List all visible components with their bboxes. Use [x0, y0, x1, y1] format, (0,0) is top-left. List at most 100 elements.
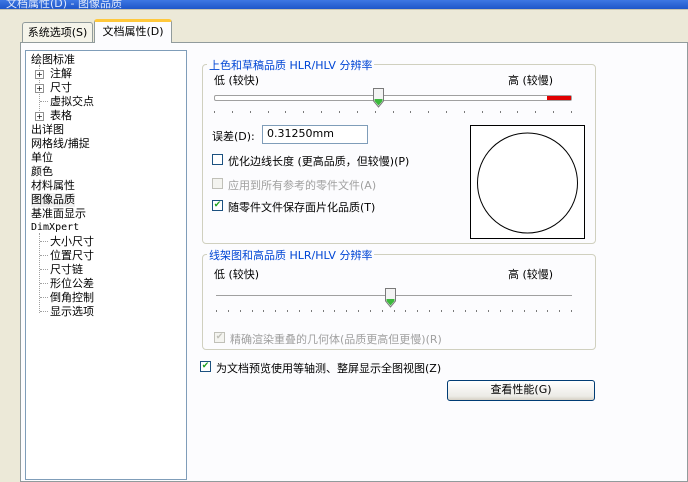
- tree-item-dimensions[interactable]: 尺寸: [50, 81, 72, 95]
- slider-tick: [249, 111, 251, 113]
- slider-tick: [440, 310, 442, 312]
- slider-tick: [263, 310, 265, 312]
- tree-item-display-options[interactable]: 显示选项: [50, 305, 94, 319]
- slider-thumb-icon[interactable]: [384, 288, 396, 308]
- tab-system-options[interactable]: 系统选项(S): [22, 22, 93, 42]
- expand-plus-icon[interactable]: +: [35, 112, 44, 121]
- optimize-edge-label: 优化边线长度 (更高品质，但较慢)(P): [228, 155, 410, 168]
- tree-item-image-quality[interactable]: 图像品质: [31, 193, 75, 207]
- shaded-quality-slider[interactable]: [214, 88, 572, 116]
- slider-tick: [488, 310, 490, 312]
- slider-tick: [334, 310, 336, 312]
- slider-tick: [369, 310, 371, 312]
- tree-item-chain-dimension[interactable]: 尺寸链: [50, 263, 83, 277]
- slider-tick: [298, 310, 300, 312]
- slider-tick: [267, 111, 269, 113]
- expand-plus-icon[interactable]: +: [35, 84, 44, 93]
- view-performance-button[interactable]: 查看性能(G): [447, 380, 595, 401]
- tree-item-dimxpert[interactable]: DimXpert: [31, 221, 79, 235]
- slider-tick: [405, 310, 407, 312]
- slider-tick: [356, 111, 358, 113]
- tree-connector: [40, 311, 48, 312]
- slider-tick: [517, 111, 519, 113]
- tree-item-tables[interactable]: 表格: [50, 109, 72, 123]
- tree-item-virtual-sharps[interactable]: 虚拟交点: [50, 95, 94, 109]
- tree-connector: [39, 233, 40, 313]
- deviation-input[interactable]: 0.31250mm: [262, 125, 368, 144]
- slider-tick: [417, 310, 419, 312]
- tree-item-plane-display[interactable]: 基准面显示: [31, 207, 86, 221]
- slider-tick: [571, 111, 572, 113]
- slider-tick: [216, 310, 217, 312]
- slider-tick: [321, 111, 323, 113]
- shaded-high-label: 高 (较慢): [508, 74, 554, 87]
- slider-tick: [464, 310, 466, 312]
- shaded-group-title: 上色和草稿品质 HLR/HLV 分辨率: [207, 57, 375, 73]
- slider-tick: [393, 310, 395, 312]
- slider-thumb-icon[interactable]: [373, 88, 385, 108]
- iso-preview-label: 为文档预览使用等轴测、整屏显示全图视图(Z): [216, 362, 442, 375]
- optimize-edge-checkbox[interactable]: [212, 154, 223, 165]
- slider-tick: [571, 310, 572, 312]
- precise-render-checkbox[interactable]: ✔: [214, 332, 225, 343]
- tree-connector: [40, 101, 48, 102]
- slider-tick: [381, 310, 383, 312]
- apply-all-checkbox[interactable]: [212, 178, 223, 189]
- slider-tick: [452, 310, 454, 312]
- slider-tick: [481, 111, 483, 113]
- slider-tick: [535, 111, 537, 113]
- slider-tick: [428, 111, 430, 113]
- tab-document-properties[interactable]: 文档属性(D): [94, 19, 172, 43]
- tree-connector: [40, 255, 48, 256]
- slider-tick: [559, 310, 561, 312]
- wireframe-group-title: 线架图和高品质 HLR/HLV 分辨率: [207, 247, 375, 263]
- deviation-label: 误差(D):: [212, 130, 255, 143]
- window-title: 文档属性(D) - 图像品质: [6, 0, 123, 9]
- title-divider: [0, 9, 688, 10]
- tree-item-material-properties[interactable]: 材料属性: [31, 179, 75, 193]
- tree-item-chamfer-controls[interactable]: 倒角控制: [50, 291, 94, 305]
- slider-tick: [476, 310, 478, 312]
- tab-label: 系统选项(S): [27, 26, 88, 39]
- tree-item-grid-snap[interactable]: 网格线/捕捉: [31, 137, 90, 151]
- save-tessellation-checkbox[interactable]: ✔: [212, 200, 223, 211]
- tree-connector: [40, 283, 48, 284]
- slider-tick: [214, 111, 215, 113]
- expand-plus-icon[interactable]: +: [35, 70, 44, 79]
- slider-tick: [410, 111, 412, 113]
- slider-tick: [511, 310, 513, 312]
- save-tessellation-label: 随零件文件保存面片化品质(T): [228, 201, 376, 214]
- window-title-bar: 文档属性(D) - 图像品质: [0, 0, 688, 9]
- tree-item-detailing[interactable]: 出详图: [31, 123, 64, 137]
- apply-all-label: 应用到所有参考的零件文件(A): [228, 179, 377, 192]
- shaded-low-label: 低 (较快): [214, 74, 260, 87]
- slider-track: [214, 95, 572, 101]
- slider-tick: [227, 310, 229, 312]
- tree-item-location-dimension[interactable]: 位置尺寸: [50, 249, 94, 263]
- tree-item-annotations[interactable]: 注解: [50, 67, 72, 81]
- wireframe-quality-slider[interactable]: [216, 288, 572, 316]
- slider-tick: [338, 111, 340, 113]
- tree-connector: [40, 297, 48, 298]
- slider-tick: [392, 111, 394, 113]
- tree-item-drafting-standard[interactable]: 绘图标准: [31, 53, 75, 67]
- slider-tick: [499, 111, 501, 113]
- slider-tick: [535, 310, 537, 312]
- iso-preview-checkbox[interactable]: ✔: [200, 361, 211, 372]
- tree-item-size-dimension[interactable]: 大小尺寸: [50, 235, 94, 249]
- slider-tick: [358, 310, 359, 312]
- tree-item-geometric-tolerance[interactable]: 形位公差: [50, 277, 94, 291]
- slider-tick: [287, 310, 288, 312]
- tree-item-colors[interactable]: 颜色: [31, 165, 53, 179]
- slider-tick: [285, 111, 287, 113]
- slider-tick: [429, 310, 430, 312]
- slider-tick: [446, 111, 448, 113]
- tree-item-units[interactable]: 单位: [31, 151, 53, 165]
- slider-tick: [231, 111, 233, 113]
- slider-tick: [500, 310, 501, 312]
- resolution-preview: [470, 125, 585, 239]
- options-tree[interactable]: 绘图标准 + 注解 + 尺寸 虚拟交点 + 表格 出详图 网格线/捕捉 单位 颜…: [25, 50, 187, 480]
- slider-tick: [346, 310, 348, 312]
- slider-tick: [322, 310, 324, 312]
- slider-tick: [251, 310, 253, 312]
